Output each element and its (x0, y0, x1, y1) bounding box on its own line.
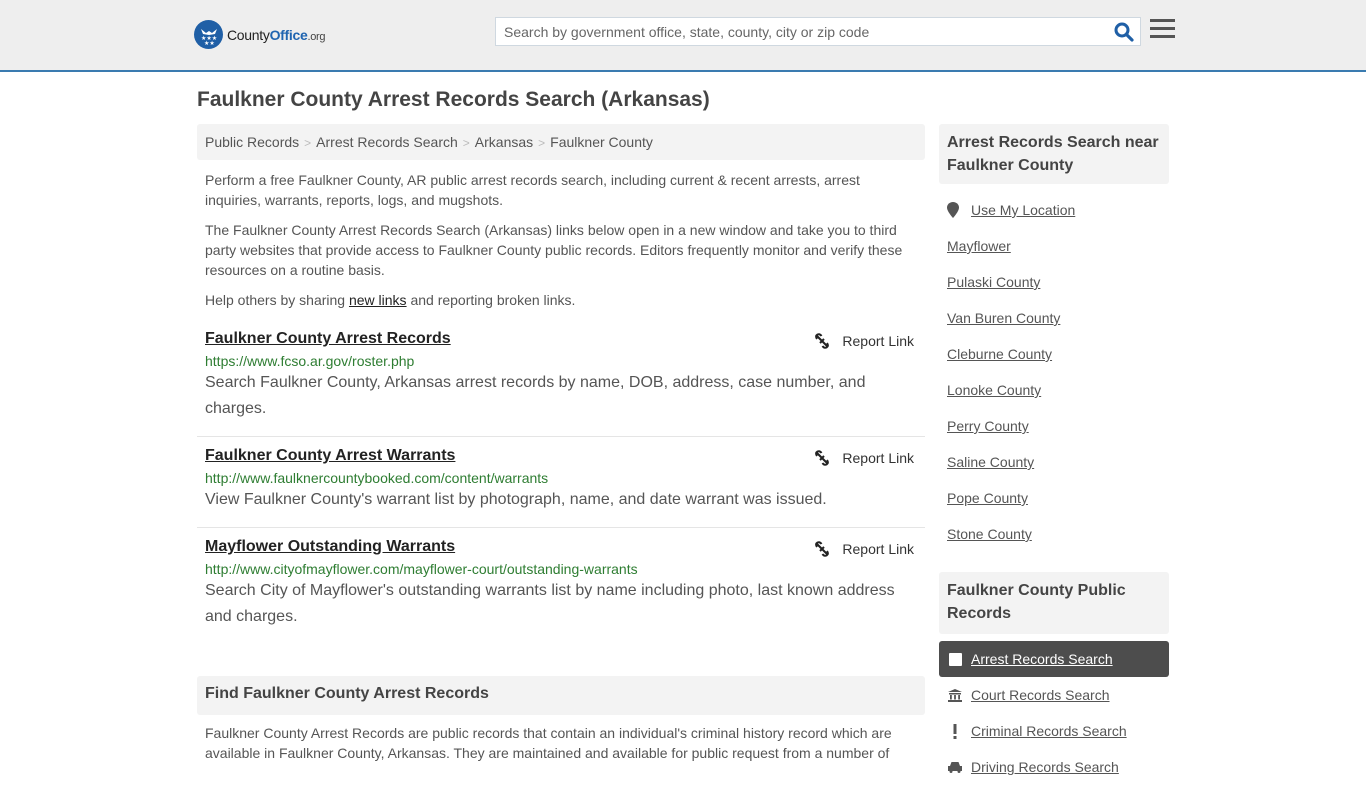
result-description: Search City of Mayflower's outstanding w… (205, 582, 895, 625)
result-description: View Faulkner County's warrant list by p… (205, 491, 827, 508)
report-link-button[interactable]: Report Link (814, 333, 914, 349)
search-icon[interactable] (1114, 22, 1134, 42)
result-url: https://www.fcso.ar.gov/roster.php (205, 353, 415, 369)
nearby-link-pope-county[interactable]: Pope County (947, 490, 1028, 506)
nearby-link-cleburne-county[interactable]: Cleburne County (947, 346, 1052, 362)
broken-link-icon (815, 450, 830, 466)
breadcrumb-separator: > (462, 136, 470, 150)
hamburger-menu-icon[interactable] (1150, 19, 1175, 41)
sidebar-item-label[interactable]: Criminal Records Search (971, 723, 1127, 739)
square-icon (947, 652, 963, 666)
exclamation-icon (947, 723, 963, 739)
result-title-link[interactable]: Mayflower Outstanding Warrants (205, 538, 455, 556)
sidebar-item-court-records-search[interactable]: Court Records Search (939, 677, 1169, 713)
report-link-button[interactable]: Report Link (814, 541, 914, 557)
result-item: Faulkner County Arrest Records Report Li… (197, 330, 925, 437)
find-records-text: Faulkner County Arrest Records are publi… (205, 725, 892, 761)
broken-link-icon (815, 541, 830, 557)
result-item: Faulkner County Arrest Warrants Report L… (197, 447, 925, 528)
nearby-heading: Arrest Records Search near Faulkner Coun… (939, 124, 1169, 184)
eagle-stars-icon: ★★★ ★★ (194, 20, 223, 49)
breadcrumb-separator: > (304, 136, 312, 150)
svg-text:★★: ★★ (204, 40, 215, 46)
share-text-end: and reporting broken links. (406, 292, 576, 308)
nearby-link-stone-county[interactable]: Stone County (947, 526, 1032, 542)
search-box (495, 17, 1141, 46)
nearby-link-van-buren-county[interactable]: Van Buren County (947, 310, 1060, 326)
nearby-link-mayflower[interactable]: Mayflower (947, 238, 1011, 254)
breadcrumb-public-records[interactable]: Public Records (205, 134, 299, 150)
result-title-link[interactable]: Faulkner County Arrest Records (205, 330, 451, 348)
breadcrumb-arrest-records-search[interactable]: Arrest Records Search (316, 134, 458, 150)
breadcrumb-arkansas[interactable]: Arkansas (475, 134, 533, 150)
search-input[interactable] (496, 18, 1106, 45)
sidebar-item-driving-records-search[interactable]: Driving Records Search (939, 749, 1169, 785)
site-header: ★★★ ★★ CountyOffice.org (0, 0, 1366, 72)
page-title: Faulkner County Arrest Records Search (A… (197, 88, 710, 111)
find-records-heading: Find Faulkner County Arrest Records (197, 676, 925, 715)
nearby-link-pulaski-county[interactable]: Pulaski County (947, 274, 1040, 290)
result-url: http://www.faulknercountybooked.com/cont… (205, 470, 549, 486)
site-logo[interactable]: ★★★ ★★ CountyOffice.org (194, 20, 326, 49)
report-link-label: Report Link (842, 450, 914, 466)
result-description: Search Faulkner County, Arkansas arrest … (205, 374, 866, 417)
result-url: http://www.cityofmayflower.com/mayflower… (205, 561, 638, 577)
nearby-link-perry-county[interactable]: Perry County (947, 418, 1029, 434)
breadcrumb-separator: > (538, 136, 546, 150)
result-title-link[interactable]: Faulkner County Arrest Warrants (205, 447, 455, 465)
map-pin-icon (947, 202, 959, 218)
sidebar-item-label[interactable]: Driving Records Search (971, 759, 1119, 775)
use-my-location[interactable]: Use My Location (947, 202, 1075, 218)
breadcrumb: Public Records > Arrest Records Search > Ark… (197, 124, 925, 160)
share-paragraph: Help others by sharing new links and rep… (205, 290, 915, 310)
use-my-location-link[interactable]: Use My Location (971, 202, 1075, 218)
sidebar-item-label[interactable]: Court Records Search (971, 687, 1110, 703)
nearby-link-lonoke-county[interactable]: Lonoke County (947, 382, 1041, 398)
new-links-link[interactable]: new links (349, 292, 407, 308)
public-records-heading: Faulkner County Public Records (939, 572, 1169, 634)
sidebar-item-criminal-records-search[interactable]: Criminal Records Search (939, 713, 1169, 749)
nearby-link-saline-county[interactable]: Saline County (947, 454, 1034, 470)
courthouse-icon (947, 688, 963, 702)
report-link-label: Report Link (842, 333, 914, 349)
result-item: Mayflower Outstanding Warrants Report Li… (197, 538, 925, 638)
report-link-button[interactable]: Report Link (814, 450, 914, 466)
broken-link-icon (815, 333, 830, 349)
sidebar-item-arrest-records-search[interactable]: Arrest Records Search (939, 641, 1169, 677)
car-icon (947, 761, 963, 773)
logo-text: CountyOffice.org (227, 26, 326, 43)
report-link-label: Report Link (842, 541, 914, 557)
intro-paragraph: Perform a free Faulkner County, AR publi… (205, 172, 860, 208)
disclaimer-paragraph: The Faulkner County Arrest Records Searc… (205, 222, 903, 278)
sidebar-item-label[interactable]: Arrest Records Search (971, 651, 1113, 667)
share-text: Help others by sharing (205, 292, 349, 308)
breadcrumb-faulkner-county: Faulkner County (550, 134, 653, 150)
